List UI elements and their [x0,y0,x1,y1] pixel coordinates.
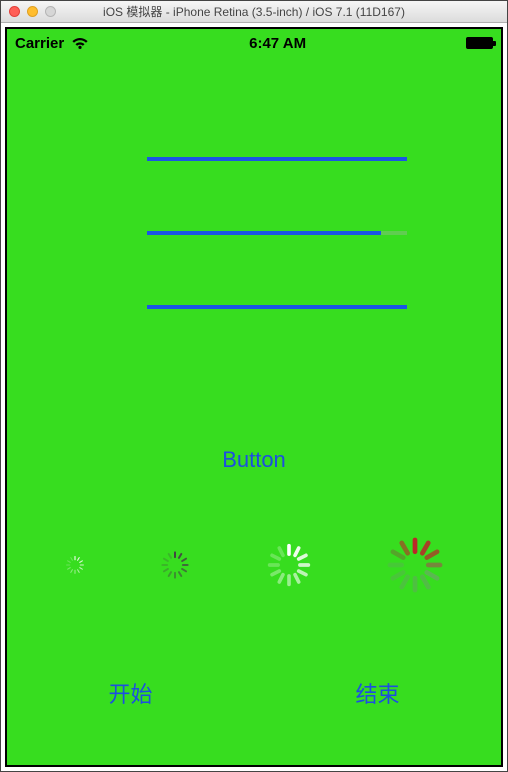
progress-bars [147,157,407,309]
minimize-icon[interactable] [27,6,38,17]
ios-status-bar: Carrier 6:47 AM [7,29,501,57]
progress-bar-2 [147,231,407,235]
bottom-buttons: 开始 结束 [7,677,501,709]
window-traffic-lights [9,6,56,17]
battery-icon [466,37,493,49]
content-view: Button [7,57,501,765]
mac-titlebar: iOS 模拟器 - iPhone Retina (3.5-inch) / iOS… [1,1,507,23]
status-right [466,37,493,49]
spinner-red-large [387,537,443,593]
window-title: iOS 模拟器 - iPhone Retina (3.5-inch) / iOS… [103,3,405,20]
progress-bar-3 [147,305,407,309]
end-button[interactable]: 结束 [355,677,399,709]
activity-indicators [27,537,481,593]
zoom-icon[interactable] [45,6,56,17]
app-screen: Carrier 6:47 AM [5,27,503,767]
close-icon[interactable] [9,6,20,17]
center-button[interactable]: Button [7,447,501,473]
spinner-gray [160,550,190,580]
wifi-icon [71,36,89,50]
simulator-frame: Carrier 6:47 AM [1,23,507,771]
status-left: Carrier [15,35,89,52]
carrier-label: Carrier [15,35,64,52]
spinner-small [65,555,85,575]
start-button[interactable]: 开始 [108,677,152,709]
status-time: 6:47 AM [249,35,306,52]
progress-bar-1 [147,157,407,161]
spinner-white-large [266,542,312,588]
